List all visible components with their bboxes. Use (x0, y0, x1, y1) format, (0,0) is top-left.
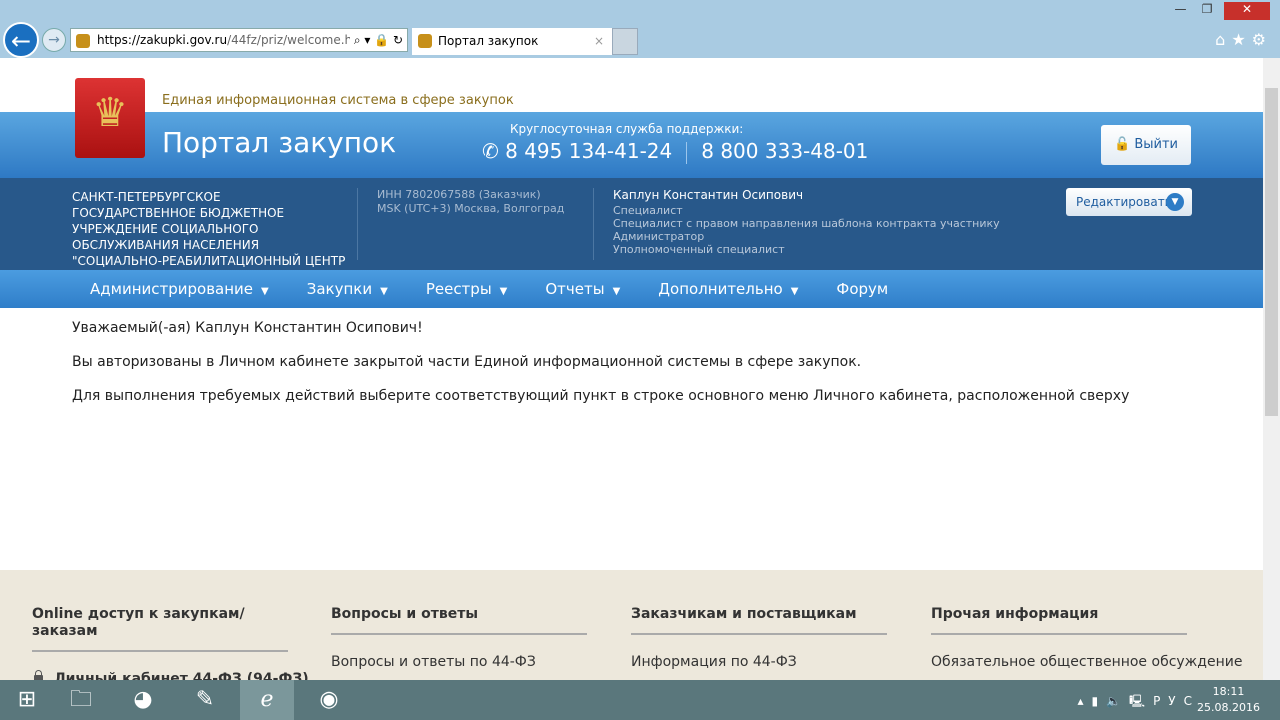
logout-label: Выйти (1134, 137, 1178, 152)
footer-column: Вопросы и ответы Вопросы и ответы по 44-Ф… (331, 606, 587, 671)
footer-link[interactable]: Информация по 44-ФЗ (631, 653, 887, 671)
tab-favicon-icon (418, 34, 432, 48)
footer-link[interactable]: Личный кабинет 44-ФЗ (94-ФЗ) (54, 671, 309, 680)
chevron-down-icon: ▼ (612, 286, 621, 297)
emblem-logo-icon[interactable]: ♛ (75, 78, 145, 158)
language-indicator[interactable]: РУС (1153, 694, 1200, 708)
main-menu: Администрирование ▼ Закупки ▼ Реестры ▼ Отч… (0, 270, 1263, 308)
app-icon[interactable]: ◕ (116, 680, 170, 720)
chrome-icon[interactable]: ◉ (302, 680, 356, 720)
menu-reports[interactable]: Отчеты ▼ (545, 270, 620, 308)
user-role: Специалист (613, 204, 683, 217)
menu-purchases[interactable]: Закупки ▼ (307, 270, 388, 308)
footer-heading: Заказчикам и поставщикам (631, 606, 887, 635)
menu-additional[interactable]: Дополнительно ▼ (658, 270, 798, 308)
new-tab-button[interactable] (612, 28, 638, 55)
timezone: MSK (UTC+3) Москва, Волгоград (377, 202, 565, 215)
scrollbar-thumb[interactable] (1265, 88, 1278, 416)
system-tray: ▴▮🔈🖳РУС (1077, 692, 1200, 713)
menu-registries[interactable]: Реестры ▼ (426, 270, 508, 308)
search-lock-refresh-icon[interactable]: ⌕ ▾ 🔒 ↻ (349, 29, 403, 51)
restore-icon[interactable]: ❐ (1202, 2, 1213, 16)
web-page: Единая информационная система в сфере за… (0, 58, 1263, 680)
chevron-down-icon: ▼ (790, 286, 799, 297)
taskbar: ⊞ 🗀 ◕ ✎ ℯ ◉ ▴▮🔈🖳РУС 18:11 25.08.2016 (0, 680, 1280, 720)
clock[interactable]: 18:11 25.08.2016 (1197, 684, 1260, 716)
url-host: https://zakupki.gov.ru (97, 33, 228, 47)
support-phones: ✆ 8 495 134-41-24 8 800 333-48-01 (482, 139, 868, 164)
portal-header: Портал закупок Круглосуточная служба под… (0, 112, 1263, 178)
divider (593, 188, 594, 260)
top-strip: Единая информационная система в сфере за… (0, 58, 1263, 112)
app-icon[interactable]: ✎ (178, 680, 232, 720)
welcome-content: Уважаемый(-ая) Каплун Константин Осипови… (0, 308, 1263, 570)
logout-button[interactable]: 🔓 Выйти (1101, 125, 1191, 165)
address-bar[interactable]: https://zakupki.gov.ru/44fz/priz/welcome… (70, 28, 408, 52)
chevron-down-icon: ▼ (499, 286, 508, 297)
support-label: Круглосуточная служба поддержки: (510, 122, 744, 136)
footer-column: Прочая информация Обязательное общественн… (931, 606, 1242, 671)
user-info: Каплун Константин Осипович Специалист Сп… (613, 188, 1000, 257)
footer-column: Online доступ к закупкам/заказам Личный к… (32, 606, 309, 680)
show-hidden-icon[interactable]: ▴ (1077, 694, 1091, 708)
phone-2: 8 800 333-48-01 (701, 139, 869, 163)
user-role: Уполномоченный специалист (613, 243, 785, 256)
browser-tab[interactable]: Портал закупок × (412, 28, 612, 55)
chevron-down-icon: ▼ (1166, 193, 1184, 211)
footer-heading: Вопросы и ответы (331, 606, 587, 635)
url-path: /44fz/priz/welcome.htm (227, 33, 369, 47)
user-role: Специалист с правом направления шаблона … (613, 217, 1000, 230)
back-button[interactable]: ← (3, 22, 39, 58)
phone-icon: ✆ (482, 139, 506, 163)
footer: Online доступ к закупкам/заказам Личный к… (0, 570, 1263, 680)
tab-title: Портал закупок (438, 34, 539, 48)
site-favicon-icon (76, 34, 90, 48)
tab-close-icon[interactable]: × (594, 28, 604, 54)
favorites-star-icon[interactable]: ★ (1231, 30, 1251, 49)
minimize-icon[interactable]: — (1175, 2, 1187, 16)
lock-icon: 🔓 (1114, 137, 1135, 152)
chevron-down-icon: ▼ (261, 286, 269, 297)
portal-title[interactable]: Портал закупок (162, 126, 396, 159)
settings-gear-icon[interactable]: ⚙ (1252, 30, 1272, 49)
organization-panel: САНКТ-ПЕТЕРБУРГСКОЕ ГОСУДАРСТВЕННОЕ БЮДЖ… (0, 178, 1263, 300)
auth-message: Вы авторизованы в Личном кабинете закрыт… (72, 354, 862, 370)
footer-link-wrap: Личный кабинет 44-ФЗ (94-ФЗ) (32, 670, 309, 680)
chevron-down-icon: ▼ (380, 286, 388, 297)
forward-button[interactable]: → (42, 28, 66, 52)
file-explorer-icon[interactable]: 🗀 (54, 680, 108, 720)
divider (357, 188, 358, 260)
footer-heading: Прочая информация (931, 606, 1187, 635)
greeting: Уважаемый(-ая) Каплун Константин Осипови… (72, 320, 423, 336)
window-controls: — ❐ ✕ (1175, 2, 1270, 20)
phone-1: 8 495 134-41-24 (505, 139, 673, 163)
footer-heading: Online доступ к закупкам/заказам (32, 606, 288, 652)
battery-icon[interactable]: ▮ (1091, 694, 1106, 708)
toolbar-icons: ⌂★⚙ (1215, 30, 1272, 49)
menu-administration[interactable]: Администрирование ▼ (90, 270, 269, 308)
user-name: Каплун Константин Осипович (613, 188, 804, 202)
internet-explorer-icon[interactable]: ℯ (240, 680, 294, 720)
instruction: Для выполнения требуемых действий выбери… (72, 388, 1130, 404)
start-windows-icon[interactable]: ⊞ (0, 680, 54, 720)
time: 18:11 (1212, 685, 1245, 698)
volume-icon[interactable]: 🔈 (1106, 694, 1129, 708)
close-window-icon[interactable]: ✕ (1224, 2, 1270, 20)
org-details: ИНН 7802067588 (Заказчик) MSK (UTC+3) Мос… (377, 188, 564, 216)
home-icon[interactable]: ⌂ (1215, 30, 1231, 49)
edit-label: Редактировать (1076, 195, 1172, 209)
footer-link[interactable]: Обязательное общественное обсуждение (931, 653, 1242, 671)
date: 25.08.2016 (1197, 701, 1260, 714)
edit-button[interactable]: Редактировать ▼ (1066, 188, 1192, 216)
browser-chrome: ← → https://zakupki.gov.ru/44fz/priz/wel… (0, 0, 1280, 58)
menu-forum[interactable]: Форум (836, 270, 888, 308)
footer-link[interactable]: Вопросы и ответы по 44-ФЗ (331, 653, 587, 671)
user-role: Администратор (613, 230, 705, 243)
tagline: Единая информационная система в сфере за… (162, 93, 514, 108)
network-icon[interactable]: 🖳 (1129, 694, 1153, 708)
inn: ИНН 7802067588 (Заказчик) (377, 188, 541, 201)
footer-column: Заказчикам и поставщикам Информация по 44… (631, 606, 887, 671)
